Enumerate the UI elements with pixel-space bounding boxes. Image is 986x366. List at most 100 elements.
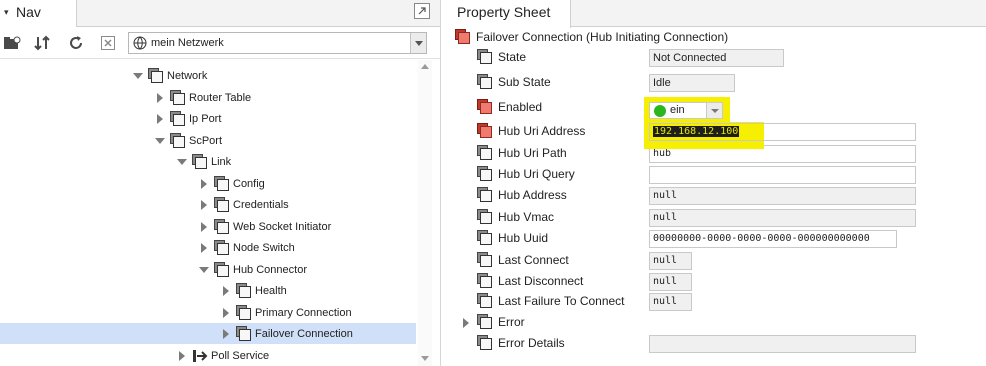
tree-item-label: ScPort [189, 134, 223, 147]
nav-panel: ▾ Nav mein Netzwerk Network Router Table I… [0, 0, 441, 366]
property-row-last-failure-to-connect: Last Failure To Connect null [446, 291, 986, 312]
nav-menu-caret-icon[interactable]: ▾ [4, 7, 9, 18]
new-folder-icon[interactable] [2, 34, 22, 52]
scroll-down-icon[interactable] [421, 356, 429, 361]
expand-arrow-icon[interactable] [198, 264, 210, 276]
sub-state-field[interactable]: Idle [649, 74, 735, 92]
property-sheet-panel: Property Sheet Failover Connection (Hub … [446, 0, 986, 366]
property-icon [477, 187, 493, 203]
property-label: Enabled [498, 100, 543, 114]
tree-item[interactable]: Network [132, 65, 207, 86]
property-icon [477, 335, 493, 351]
state-field[interactable]: Not Connected [649, 49, 784, 67]
collapse-arrow-icon[interactable] [198, 199, 210, 211]
expand-arrow-icon[interactable] [154, 135, 166, 147]
refresh-icon[interactable] [66, 34, 86, 52]
collapse-arrow-icon[interactable] [198, 221, 210, 233]
collapse-arrow-icon[interactable] [220, 328, 232, 340]
tree-item[interactable]: Link [176, 151, 231, 172]
collapse-arrow-icon[interactable] [198, 242, 210, 254]
close-icon[interactable] [98, 34, 118, 52]
scrollbar[interactable] [418, 60, 432, 366]
property-label: Hub Uri Address [498, 124, 586, 138]
tree-item[interactable]: Node Switch [198, 237, 295, 258]
expand-arrow-icon[interactable] [176, 156, 188, 168]
hub-uri-address-value: 192.168.12.100 [653, 126, 740, 137]
property-label: Hub Uri Query [498, 167, 575, 181]
last-failure-to-connect-field[interactable]: null [649, 293, 692, 311]
hub-address-field[interactable]: null [649, 187, 916, 205]
property-icon [477, 209, 493, 225]
error-details-field[interactable] [649, 335, 916, 353]
collapse-arrow-icon[interactable] [154, 113, 166, 125]
property-row-sub-state: Sub State Idle [446, 72, 986, 93]
tree-item-label: Link [211, 155, 232, 168]
property-icon [477, 314, 493, 330]
property-sheet-tab[interactable]: Property Sheet [446, 0, 571, 28]
component-icon [192, 153, 208, 170]
hub-uuid-field[interactable]: 00000000-0000-0000-0000-000000000000 [649, 230, 897, 248]
property-row-hub-uri-query: Hub Uri Query [446, 164, 986, 185]
property-label: Last Failure To Connect [498, 294, 625, 308]
tree-item[interactable]: Credentials [198, 194, 289, 215]
tree-item-label: Failover Connection [255, 327, 353, 340]
last-disconnect-field[interactable]: null [649, 273, 692, 291]
property-sheet-tab-label: Property Sheet [457, 4, 551, 20]
tree-item[interactable]: ScPort [154, 130, 222, 151]
component-icon [214, 261, 230, 278]
hub-vmac-field[interactable]: null [649, 209, 916, 227]
sort-icon[interactable] [32, 34, 52, 52]
property-icon [477, 123, 493, 139]
property-icon [477, 166, 493, 182]
collapse-arrow-icon[interactable] [198, 178, 210, 190]
collapse-arrow-icon[interactable] [154, 92, 166, 104]
tree-item[interactable]: Poll Service [176, 345, 269, 366]
component-icon [170, 132, 186, 149]
maximize-icon[interactable] [414, 3, 430, 19]
last-connect-field[interactable]: null [649, 252, 692, 270]
nav-tab[interactable]: ▾ Nav [0, 0, 77, 27]
property-row-last-disconnect: Last Disconnect null [446, 271, 986, 292]
collapse-arrow-icon[interactable] [220, 285, 232, 297]
collapse-arrow-icon[interactable] [220, 307, 232, 319]
component-icon [170, 110, 186, 127]
component-icon [455, 29, 471, 45]
tree-item-label: Web Socket Initiator [233, 220, 332, 233]
tree-item[interactable]: Primary Connection [220, 302, 352, 323]
property-icon [477, 230, 493, 246]
poll-service-icon [192, 348, 208, 364]
property-label: State [498, 50, 527, 64]
tree-item-label: Health [255, 284, 287, 297]
property-icon [477, 252, 493, 268]
expand-arrow-icon[interactable] [460, 317, 472, 329]
scroll-up-icon[interactable] [421, 64, 429, 69]
collapse-arrow-icon[interactable] [176, 350, 188, 362]
tree-item-label: Node Switch [233, 241, 295, 254]
tree-item-label: Hub Connector [233, 263, 307, 276]
expand-arrow-icon[interactable] [132, 70, 144, 82]
tree-item[interactable]: Ip Port [154, 108, 221, 129]
tree-item-label: Primary Connection [255, 306, 352, 319]
enabled-select[interactable]: ein [649, 102, 723, 119]
property-row-hub-vmac: Hub Vmac null [446, 207, 986, 228]
property-icon [477, 49, 493, 65]
tree-item[interactable]: Hub Connector [198, 259, 307, 280]
tree-item-label: Credentials [233, 198, 289, 211]
tree-item[interactable]: Failover Connection [0, 323, 416, 344]
network-select[interactable]: mein Netzwerk [128, 32, 427, 54]
tree-item[interactable]: Router Table [154, 87, 251, 108]
property-label: Hub Vmac [498, 210, 555, 224]
hub-uri-query-field[interactable] [649, 166, 916, 184]
chevron-down-icon[interactable] [410, 33, 426, 53]
hub-uri-address-field[interactable]: 192.168.12.100 [649, 123, 916, 141]
tree-item[interactable]: Health [220, 280, 287, 301]
tree-item-label: Poll Service [211, 349, 270, 362]
property-label: Hub Uri Path [498, 146, 567, 160]
tree-item[interactable]: Web Socket Initiator [198, 216, 331, 237]
network-select-value: mein Netzwerk [151, 37, 224, 49]
component-icon [214, 239, 230, 256]
tree-item[interactable]: Config [198, 173, 265, 194]
property-icon [477, 99, 493, 115]
property-label: Last Disconnect [498, 274, 584, 288]
chevron-down-icon[interactable] [706, 103, 722, 118]
